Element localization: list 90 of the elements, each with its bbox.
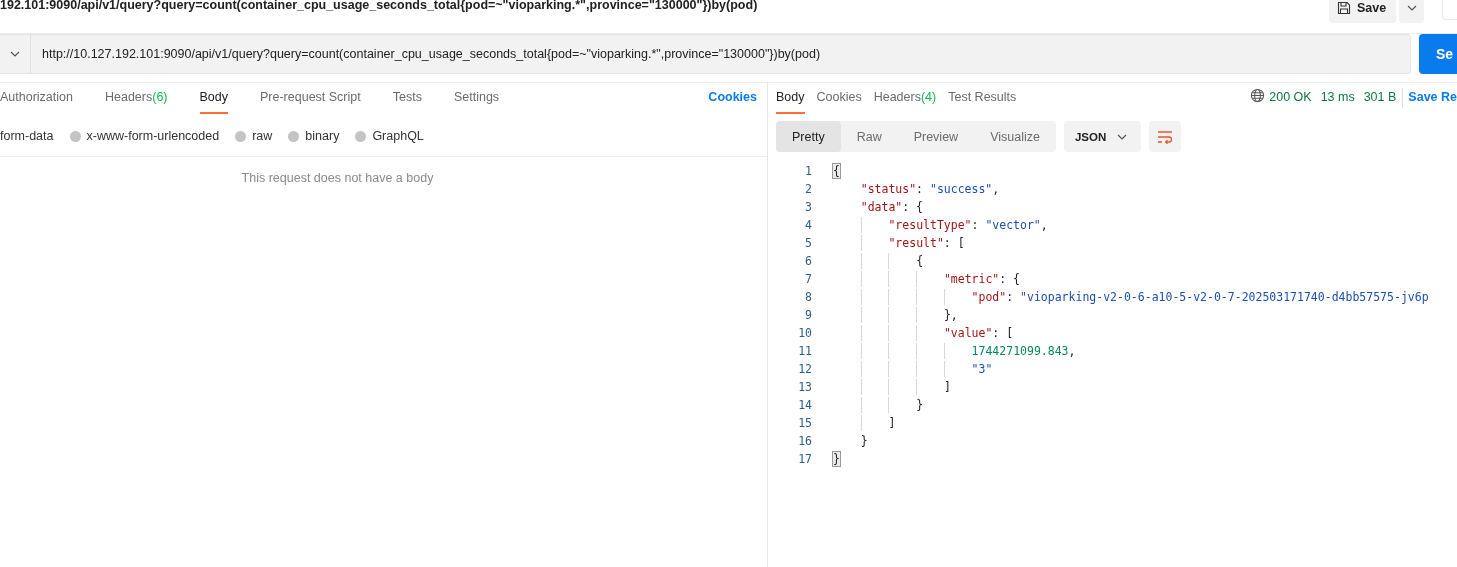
json-number: 1744271099.843 xyxy=(971,344,1069,358)
radio-icon xyxy=(355,130,367,142)
json-punctuation: } xyxy=(916,398,924,412)
json-key: "pod" xyxy=(971,290,1007,304)
line-number: 6 xyxy=(804,254,812,268)
json-punctuation: : [ xyxy=(943,236,965,250)
json-punctuation: ] xyxy=(888,416,896,430)
line-number: 9 xyxy=(804,308,812,322)
save-response-link[interactable]: Save Re xyxy=(1408,90,1457,114)
json-punctuation: ] xyxy=(943,380,951,394)
line-number: 12 xyxy=(797,362,812,376)
empty-body-message: This request does not have a body xyxy=(240,171,435,185)
radio-icon xyxy=(288,130,300,142)
line-number: 1 xyxy=(804,164,812,178)
view-mode-tab[interactable]: Pretty xyxy=(776,121,841,152)
body-type-option[interactable]: GraphQL xyxy=(355,129,424,143)
edit-button[interactable] xyxy=(1442,0,1457,20)
wrap-lines-button[interactable] xyxy=(1148,121,1181,152)
json-key: "data" xyxy=(860,200,903,214)
view-mode-tab[interactable]: Preview xyxy=(897,121,975,152)
view-mode-tab[interactable]: Visualize xyxy=(974,121,1056,152)
radio-icon xyxy=(69,130,81,142)
cookies-link[interactable]: Cookies xyxy=(708,90,757,114)
json-punctuation: : xyxy=(916,182,925,196)
response-tab[interactable]: Body xyxy=(776,90,805,114)
request-title: 192.101:9090/api/v1/query?query=count(container_cpu_usage_seconds_total{pod=~"vioparking.*",province="130000"})by(pod) xyxy=(0,0,759,12)
url-field[interactable]: http://10.127.192.101:9090/api/v1/query?query=count(container_cpu_usage_seconds_total{pod=~"vioparking.*",province="130000"})by(pod) xyxy=(0,34,1411,74)
save-button[interactable]: Save xyxy=(1329,0,1396,23)
json-key: "status" xyxy=(860,182,917,196)
response-size: 301 B xyxy=(1363,90,1397,106)
chevron-down-icon xyxy=(1406,5,1417,11)
line-number: 8 xyxy=(804,290,812,304)
globe-icon xyxy=(1250,88,1266,103)
json-punctuation: : xyxy=(971,218,980,232)
json-key: "metric" xyxy=(943,272,1000,286)
line-number: 10 xyxy=(797,326,812,340)
line-number: 15 xyxy=(797,416,812,430)
chevron-down-icon xyxy=(1116,133,1127,140)
send-button[interactable]: Se xyxy=(1419,34,1457,74)
line-number: 17 xyxy=(797,452,812,466)
body-type-option[interactable]: x-www-form-urlencoded xyxy=(69,129,220,143)
json-punctuation: , xyxy=(992,182,1000,196)
chevron-down-icon xyxy=(10,51,20,57)
json-key: "resultType" xyxy=(888,218,972,232)
json-key: "value" xyxy=(943,326,993,340)
json-punctuation: : { xyxy=(999,272,1021,286)
status-code: 200 OK xyxy=(1269,90,1312,106)
json-string: "success" xyxy=(929,182,993,196)
line-number: 14 xyxy=(797,398,812,412)
line-number: 16 xyxy=(797,434,812,448)
format-dropdown[interactable]: JSON xyxy=(1063,121,1141,152)
json-key: "result" xyxy=(888,236,944,250)
json-string: "vioparking-v2-0-6-a10-5-v2-0-7-202503171740-d4bb57575-jv6p xyxy=(1020,290,1429,304)
line-number: 5 xyxy=(804,236,812,250)
line-number: 2 xyxy=(804,182,812,196)
json-string: "3" xyxy=(971,362,993,376)
request-tab[interactable]: Body xyxy=(199,90,228,114)
response-tab[interactable]: Headers(4) xyxy=(873,90,937,114)
request-tab[interactable]: Settings xyxy=(453,90,500,114)
request-tab[interactable]: Tests xyxy=(392,90,422,114)
json-punctuation: { xyxy=(916,254,924,268)
response-tab[interactable]: Cookies xyxy=(816,90,862,114)
radio-icon xyxy=(235,130,247,142)
body-type-option[interactable]: form-data xyxy=(0,129,54,143)
json-punctuation: { xyxy=(833,164,840,178)
response-time: 13 ms xyxy=(1320,90,1355,106)
json-punctuation: : [ xyxy=(992,326,1014,340)
json-punctuation: : { xyxy=(902,200,924,214)
request-tab[interactable]: Pre-request Script xyxy=(260,90,361,114)
body-type-option[interactable]: binary xyxy=(288,129,340,143)
body-type-option[interactable]: raw xyxy=(235,129,273,143)
json-punctuation: , xyxy=(1040,218,1048,232)
json-punctuation: : xyxy=(1006,290,1015,304)
line-number: 11 xyxy=(797,344,812,358)
json-punctuation: } xyxy=(860,434,868,448)
json-string: "vector" xyxy=(985,218,1041,232)
wrap-lines-icon xyxy=(1156,129,1173,144)
line-number: 7 xyxy=(804,272,812,286)
response-tab[interactable]: Test Results xyxy=(948,90,1017,114)
json-punctuation: } xyxy=(833,452,840,466)
request-tab[interactable]: Headers(6) xyxy=(104,90,168,114)
line-number: 4 xyxy=(804,218,812,232)
save-options-button[interactable] xyxy=(1399,0,1424,23)
line-number: 3 xyxy=(804,200,812,214)
request-tab[interactable]: Authorization xyxy=(0,90,73,114)
json-punctuation: }, xyxy=(943,308,958,322)
save-icon xyxy=(1337,1,1351,15)
line-number: 13 xyxy=(797,380,812,394)
view-mode-tab[interactable]: Raw xyxy=(840,121,898,152)
json-punctuation: , xyxy=(1068,344,1076,358)
